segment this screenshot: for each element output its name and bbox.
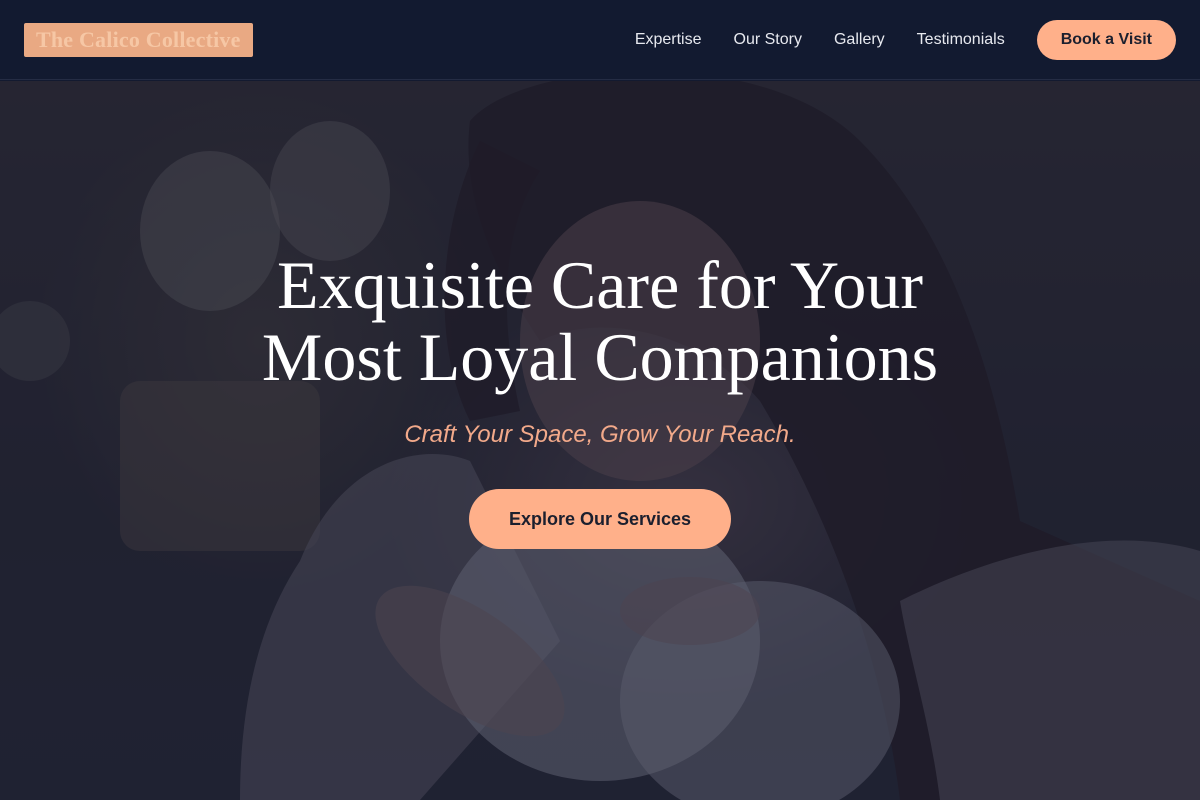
hero-content: Exquisite Care for Your Most Loyal Compa…	[0, 249, 1200, 549]
hero-section: Exquisite Care for Your Most Loyal Compa…	[0, 81, 1200, 800]
nav-link-our-story[interactable]: Our Story	[734, 31, 802, 49]
hero-title: Exquisite Care for Your Most Loyal Compa…	[0, 249, 1200, 393]
site-header: The Calico Collective Expertise Our Stor…	[0, 0, 1200, 80]
hero-title-line-2: Most Loyal Companions	[261, 319, 939, 395]
book-visit-button[interactable]: Book a Visit	[1036, 19, 1176, 60]
hero-title-line-1: Exquisite Care for Your	[277, 247, 923, 323]
brand-logo[interactable]: The Calico Collective	[24, 22, 253, 57]
explore-services-button[interactable]: Explore Our Services	[469, 489, 731, 549]
main-nav: Expertise Our Story Gallery Testimonials…	[635, 19, 1176, 60]
nav-link-expertise[interactable]: Expertise	[635, 31, 702, 49]
nav-link-gallery[interactable]: Gallery	[834, 31, 885, 49]
hero-tagline: Craft Your Space, Grow Your Reach.	[404, 421, 796, 448]
nav-link-testimonials[interactable]: Testimonials	[917, 31, 1005, 49]
